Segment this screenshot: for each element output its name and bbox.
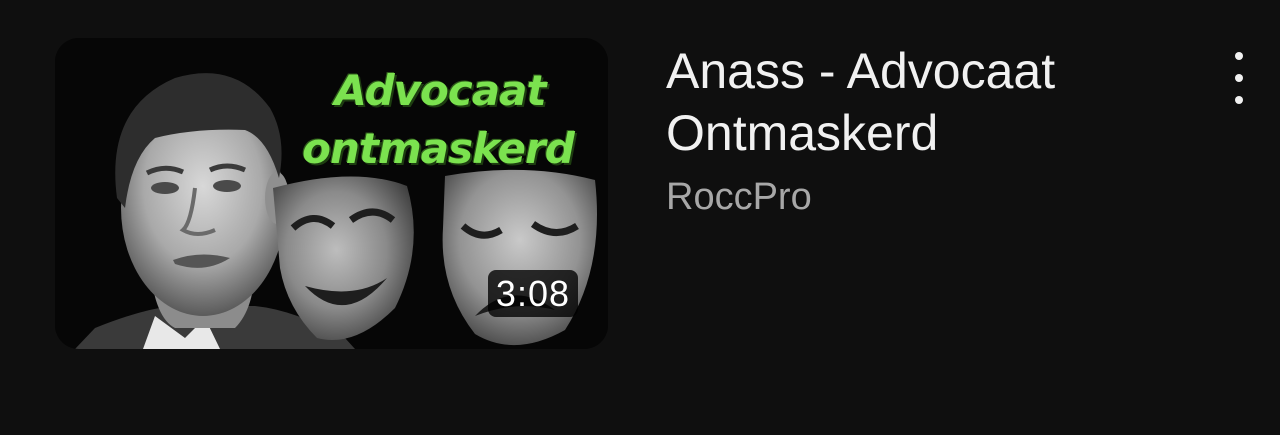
more-vertical-icon <box>1235 52 1243 60</box>
thumbnail-text-line1: Advocaat <box>334 66 546 115</box>
video-metadata: Anass - Advocaat Ontmaskerd RoccPro <box>666 40 1186 220</box>
more-vertical-icon-dot <box>1235 96 1243 104</box>
video-list-item[interactable]: Advocaat ontmaskerd 3:08 Anass - Advocaa… <box>0 0 1280 435</box>
more-options-button[interactable] <box>1222 52 1256 104</box>
video-title[interactable]: Anass - Advocaat Ontmaskerd <box>666 40 1186 164</box>
channel-name[interactable]: RoccPro <box>666 174 1186 220</box>
more-vertical-icon-dot <box>1235 74 1243 82</box>
thumbnail-text-line2: ontmaskerd <box>302 124 575 173</box>
duration-badge: 3:08 <box>487 269 578 317</box>
video-thumbnail[interactable]: Advocaat ontmaskerd 3:08 <box>55 38 608 349</box>
